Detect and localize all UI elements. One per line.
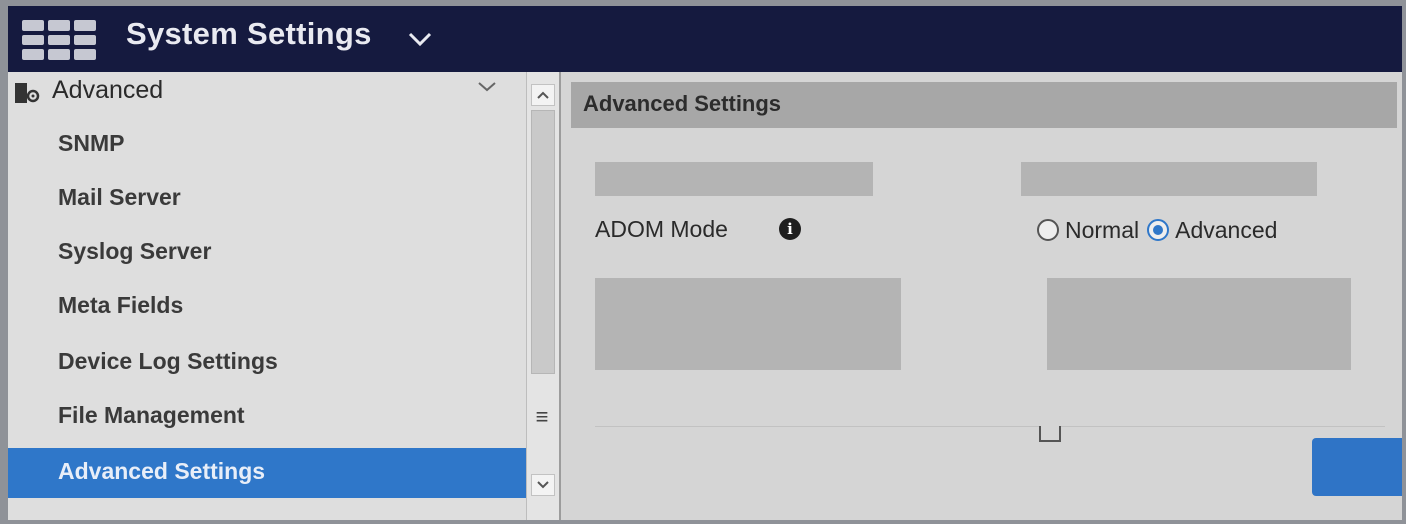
checkbox[interactable] — [1039, 426, 1061, 442]
page-title[interactable]: System Settings — [126, 16, 372, 52]
sidebar-item-file-management[interactable]: File Management — [8, 392, 526, 442]
obscured-field — [1047, 278, 1351, 370]
sidebar-scrollbar[interactable]: ≡ — [526, 72, 561, 520]
sidebar-item-advanced-settings[interactable]: Advanced Settings — [8, 448, 526, 498]
chevron-down-icon[interactable] — [406, 26, 434, 52]
scroll-up-icon[interactable] — [531, 84, 555, 106]
sidebar-item-meta-fields[interactable]: Meta Fields — [8, 282, 526, 332]
sidebar-item-label: Mail Server — [58, 184, 181, 210]
sidebar-item-label: Advanced Settings — [58, 458, 266, 484]
sidebar-group-advanced[interactable]: Advanced — [8, 72, 526, 116]
info-icon[interactable]: i — [779, 218, 801, 240]
sidebar-item-label: Meta Fields — [58, 292, 184, 318]
sidebar-item-snmp[interactable]: SNMP — [8, 120, 526, 170]
obscured-field — [595, 278, 901, 370]
sidebar-item-mail-server[interactable]: Mail Server — [8, 174, 526, 224]
chevron-up-icon[interactable] — [476, 78, 498, 99]
advanced-settings-icon — [14, 82, 40, 104]
app-window: System Settings Advanced SNMP Mail Serve… — [8, 6, 1402, 520]
section-title: Advanced Settings — [583, 91, 782, 116]
sidebar-item-label: SNMP — [58, 130, 125, 156]
main-panel: Advanced Settings ADOM Mode i Normal Adv… — [561, 72, 1402, 520]
adom-mode-normal-label[interactable]: Normal — [1065, 217, 1139, 244]
section-header: Advanced Settings — [571, 82, 1397, 128]
sidebar: Advanced SNMP Mail Server Syslog Server … — [8, 72, 526, 520]
sidebar-item-label: Syslog Server — [58, 238, 212, 264]
sidebar-item-label: Device Log Settings — [58, 348, 278, 374]
scroll-down-icon[interactable] — [531, 474, 555, 496]
sidebar-item-label: File Management — [58, 402, 245, 428]
sidebar-item-syslog-server[interactable]: Syslog Server — [8, 228, 526, 278]
top-bar: System Settings — [8, 6, 1402, 72]
adom-mode-label: ADOM Mode — [595, 216, 728, 242]
scrollbar-grip-icon[interactable]: ≡ — [531, 372, 553, 462]
apply-button[interactable] — [1312, 438, 1402, 496]
obscured-field — [595, 162, 873, 196]
apps-grid-icon[interactable] — [22, 20, 96, 60]
adom-mode-normal-radio[interactable] — [1037, 219, 1059, 241]
divider — [595, 426, 1385, 427]
obscured-field — [1021, 162, 1317, 196]
sidebar-group-label: Advanced — [52, 76, 164, 104]
adom-mode-radio-group: Normal Advanced — [1037, 216, 1285, 244]
adom-mode-advanced-radio[interactable] — [1147, 219, 1170, 241]
scrollbar-thumb[interactable] — [531, 110, 555, 374]
sidebar-item-device-log-settings[interactable]: Device Log Settings — [8, 338, 526, 388]
adom-mode-advanced-label[interactable]: Advanced — [1175, 217, 1277, 244]
